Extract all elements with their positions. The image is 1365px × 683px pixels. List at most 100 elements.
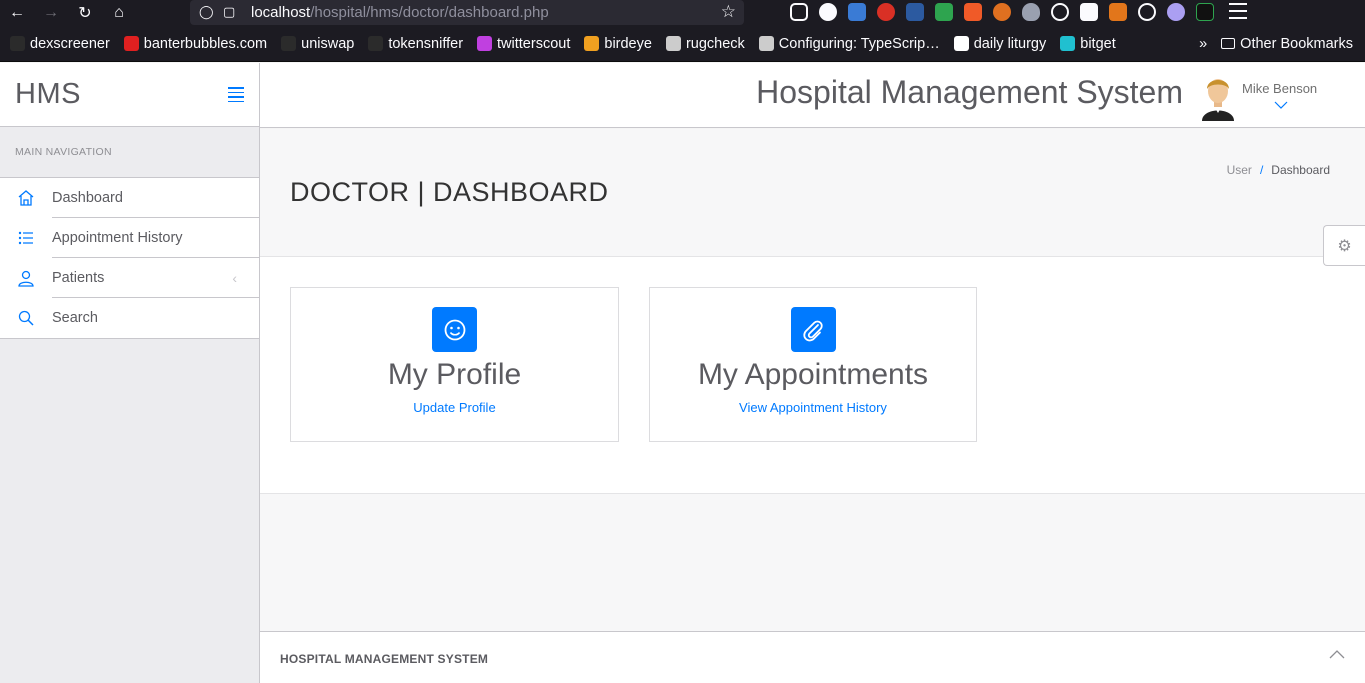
phantom-icon[interactable] xyxy=(1167,3,1185,21)
reload-button[interactable]: ↻ xyxy=(68,0,102,26)
breadcrumb: User / Dashboard xyxy=(1227,163,1330,177)
extension-green-icon[interactable] xyxy=(935,3,953,21)
view-appointment-history-link[interactable]: View Appointment History xyxy=(650,400,976,415)
settings-tab[interactable]: ⚙ xyxy=(1323,225,1365,266)
page-header: DOCTOR | DASHBOARD User / Dashboard xyxy=(260,129,1365,257)
extension-c-icon[interactable] xyxy=(1138,3,1156,21)
back-button[interactable]: ← xyxy=(0,0,34,26)
star-icon[interactable]: ☆ xyxy=(721,2,736,22)
sidebar-item-appointment-history[interactable]: Appointment History xyxy=(0,218,259,258)
extension-orange-icon[interactable] xyxy=(964,3,982,21)
sidebar-item-search[interactable]: Search xyxy=(0,298,259,338)
bookmark-label: banterbubbles.com xyxy=(143,35,268,52)
chevron-up-icon[interactable] xyxy=(1329,646,1345,664)
bookmark-item[interactable]: dexscreener xyxy=(10,36,110,52)
search-icon xyxy=(0,309,52,327)
react-icon[interactable] xyxy=(1051,3,1069,21)
app-title: Hospital Management System xyxy=(756,74,1183,110)
sidebar-item-label: Dashboard xyxy=(52,178,259,218)
bookmarks-bar: dexscreener banterbubbles.com uniswap token… xyxy=(0,26,1365,62)
sidebar: HMS MAIN NAVIGATION Dashboard Appointmen… xyxy=(0,63,260,683)
bookmark-favicon-icon xyxy=(665,36,681,51)
forward-button[interactable]: → xyxy=(34,0,68,26)
sidebar-item-label: Appointment History xyxy=(52,218,259,258)
chevron-down-icon[interactable] xyxy=(1274,97,1288,112)
bookmark-label: daily liturgy xyxy=(973,35,1047,52)
bookmark-item[interactable]: Configuring: TypeScrip… xyxy=(758,35,940,52)
bookmark-favicon-icon xyxy=(953,36,969,51)
bookmark-favicon-icon xyxy=(758,36,774,51)
bookmark-favicon-icon xyxy=(477,36,493,51)
hamburger-icon[interactable] xyxy=(228,87,244,105)
other-bookmarks-label: Other Bookmarks xyxy=(1240,35,1353,52)
bookmark-favicon-icon xyxy=(281,36,297,51)
brand: HMS xyxy=(0,63,259,127)
pdf-icon[interactable] xyxy=(906,3,924,21)
footer: HOSPITAL MANAGEMENT SYSTEM xyxy=(260,631,1365,683)
smile-icon xyxy=(432,307,477,352)
extension-icons xyxy=(790,3,1247,21)
card-title: My Appointments xyxy=(697,358,929,391)
bookmark-item[interactable]: tokensniffer xyxy=(368,36,463,52)
shield-icon: ◯ xyxy=(199,4,214,19)
page-title: DOCTOR | DASHBOARD xyxy=(290,177,609,207)
nav-heading: MAIN NAVIGATION xyxy=(0,127,259,178)
paperclip-icon xyxy=(790,307,836,352)
sidebar-item-label: Search xyxy=(52,310,98,326)
extension-fire-icon[interactable] xyxy=(993,3,1011,21)
user-name[interactable]: Mike Benson xyxy=(1242,81,1317,96)
bookmark-item[interactable]: birdeye xyxy=(584,36,652,52)
avatar[interactable] xyxy=(1198,73,1238,121)
my-appointments-card: My Appointments View Appointment History xyxy=(649,287,977,442)
update-profile-link[interactable]: Update Profile xyxy=(291,400,618,415)
bookmark-label: rugcheck xyxy=(685,35,745,52)
extension-t-icon[interactable] xyxy=(1080,3,1098,21)
bookmark-item[interactable]: twitterscout xyxy=(477,36,570,52)
metamask-icon[interactable] xyxy=(1109,3,1127,21)
home-icon xyxy=(0,189,52,207)
breadcrumb-separator: / xyxy=(1259,163,1264,177)
pocket-icon[interactable] xyxy=(790,3,808,21)
bookmark-item[interactable]: daily liturgy xyxy=(953,35,1047,52)
extension-shield-icon[interactable] xyxy=(1022,3,1040,21)
sidebar-item-patients[interactable]: Patients ‹ xyxy=(0,258,259,298)
bookmark-favicon-icon xyxy=(368,36,384,51)
extension-red-icon[interactable] xyxy=(877,3,895,21)
list-icon xyxy=(0,229,52,247)
bookmark-label: dexscreener xyxy=(30,35,110,52)
bookmark-favicon-icon xyxy=(123,36,139,51)
bookmark-label: bitget xyxy=(1080,35,1116,52)
footer-text: HOSPITAL MANAGEMENT SYSTEM xyxy=(280,652,489,666)
gear-icon: ⚙ xyxy=(1337,237,1352,255)
breadcrumb-item-active: Dashboard xyxy=(1271,163,1330,177)
brand-name[interactable]: HMS xyxy=(15,78,81,111)
bookmark-label: birdeye xyxy=(604,35,652,52)
bookmark-label: Configuring: TypeScrip… xyxy=(778,35,940,52)
breadcrumb-item[interactable]: User xyxy=(1227,163,1252,177)
topbar: Hospital Management System Mike Benson xyxy=(260,63,1365,128)
page-icon: ▢ xyxy=(223,4,236,19)
menu-icon[interactable] xyxy=(1229,3,1247,21)
bookmark-item[interactable]: bitget xyxy=(1060,35,1116,52)
bookmark-favicon-icon xyxy=(584,36,600,51)
extension-w-icon[interactable] xyxy=(1196,3,1214,21)
more-bookmarks-icon[interactable]: » xyxy=(1199,36,1207,52)
bookmark-favicon-icon xyxy=(10,36,25,51)
content-spacer xyxy=(260,494,1365,631)
chevron-left-icon: ‹ xyxy=(232,270,237,286)
other-bookmarks[interactable]: Other Bookmarks xyxy=(1221,36,1353,52)
extension-blue-icon[interactable] xyxy=(848,3,866,21)
account-icon[interactable] xyxy=(819,3,837,21)
home-button[interactable]: ⌂ xyxy=(102,0,136,26)
sidebar-item-dashboard[interactable]: Dashboard xyxy=(0,178,259,218)
sidebar-item-label: Patients xyxy=(52,258,259,298)
url-text: localhost/hospital/hms/doctor/dashboard.… xyxy=(251,4,549,21)
bookmark-label: uniswap xyxy=(301,35,355,52)
bookmark-item[interactable]: banterbubbles.com xyxy=(123,35,268,52)
folder-icon xyxy=(1221,37,1236,49)
bookmark-item[interactable]: rugcheck xyxy=(665,35,745,52)
user-icon xyxy=(0,269,52,287)
bookmark-label: twitterscout xyxy=(497,35,571,52)
url-bar[interactable]: ◯ ▢ localhost/hospital/hms/doctor/dashbo… xyxy=(190,0,744,25)
bookmark-item[interactable]: uniswap xyxy=(281,36,354,52)
